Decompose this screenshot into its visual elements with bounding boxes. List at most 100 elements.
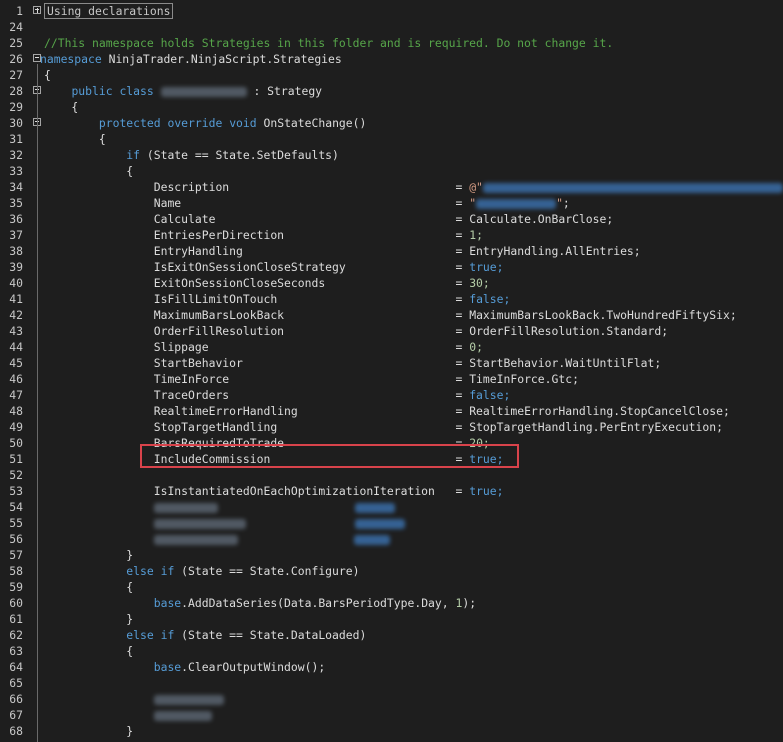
line-number: 58 [9,564,23,578]
code-token: ); [462,596,477,610]
code-line[interactable]: 58 else if (State == State.Configure) [0,563,783,579]
code-line[interactable]: 28 public class : Strategy [0,83,783,99]
line-number: 35 [9,196,23,210]
line-number: 44 [9,340,23,354]
code-line[interactable]: 54 [0,499,783,515]
fold-guide-line [37,64,38,742]
line-number: 39 [9,260,23,274]
code-line[interactable]: 29 { [0,99,783,115]
code-line[interactable]: 34 Description = @" [0,179,783,195]
setting-value: true; [469,484,504,498]
redacted-line [354,534,391,545]
line-number: 64 [9,660,23,674]
line-number: 56 [9,532,23,546]
setting-value: StopTargetHandling.PerEntryExecution; [469,420,723,434]
line-number: 48 [9,404,23,418]
expand-region-icon[interactable] [33,6,41,14]
setting-value: false; [469,292,511,306]
setting-value: RealtimeErrorHandling.StopCancelClose; [469,404,730,418]
line-number: 34 [9,180,23,194]
code-line[interactable]: 41 IsFillLimitOnTouch = false; [0,291,783,307]
code-line[interactable]: 55 [0,515,783,531]
code-line[interactable]: 60 base.AddDataSeries(Data.BarsPeriodTyp… [0,595,783,611]
line-number: 30 [9,116,23,130]
code-line[interactable]: 26 namespace NinjaTrader.NinjaScript.Stra… [0,51,783,67]
code-line[interactable]: 1 Using declarations [0,3,783,19]
setting-value: true; [469,260,504,274]
line-number: 33 [9,164,23,178]
code-line[interactable]: 46 TimeInForce = TimeInForce.Gtc; [0,371,783,387]
code-token: (State == State.SetDefaults) [140,148,339,162]
line-number: 51 [9,452,23,466]
setting-value: OrderFillResolution.Standard; [469,324,669,338]
line-number: 1 [16,4,23,18]
collapsed-region[interactable]: Using declarations [44,3,174,19]
setting-value: false; [469,388,511,402]
code-line[interactable]: 40 ExitOnSessionCloseSeconds = 30; [0,275,783,291]
code-line[interactable]: 49 StopTargetHandling = StopTargetHandli… [0,419,783,435]
code-line[interactable]: 39 IsExitOnSessionCloseStrategy = true; [0,259,783,275]
code-line[interactable]: 62 else if (State == State.DataLoaded) [0,627,783,643]
code-line[interactable]: 30 protected override void OnStateChange… [0,115,783,131]
code-token: public [71,84,113,98]
code-line[interactable]: 52 [0,467,783,483]
setting-name: TraceOrders [153,388,230,402]
code-token: class [119,84,154,98]
code-token: .ClearOutputWindow(); [181,660,326,674]
code-line[interactable]: 47 TraceOrders = false; [0,387,783,403]
setting-name: Slippage [153,340,209,354]
code-line[interactable]: 36 Calculate = Calculate.OnBarClose; [0,211,783,227]
code-line[interactable]: 35 Name = " "; [0,195,783,211]
line-number: 26 [9,52,23,66]
line-number: 40 [9,276,23,290]
setting-name: IsExitOnSessionCloseStrategy [153,260,346,274]
line-number: 47 [9,388,23,402]
setting-value: MaximumBarsLookBack.TwoHundredFiftySix; [469,308,737,322]
code-line[interactable]: 57 } [0,547,783,563]
setting-name: Description [153,180,230,194]
line-number: 66 [9,692,23,706]
code-line[interactable]: 63 { [0,643,783,659]
line-number: 55 [9,516,23,530]
code-line[interactable]: 64 base.ClearOutputWindow(); [0,659,783,675]
code-token: //This namespace holds Strategies in thi… [44,36,614,50]
code-line[interactable]: 37 EntriesPerDirection = 1; [0,227,783,243]
code-token: override [167,116,223,130]
redacted-value [476,198,557,209]
code-editor[interactable]: 1 Using declarations 24 25 //This namespace … [0,0,783,742]
code-line[interactable]: 31 { [0,131,783,147]
code-line[interactable]: 42 MaximumBarsLookBack = MaximumBarsLook… [0,307,783,323]
code-token: void [229,116,257,130]
code-line[interactable]: 43 OrderFillResolution = OrderFillResolu… [0,323,783,339]
setting-name: ExitOnSessionCloseSeconds [153,276,326,290]
redacted-line [153,534,238,545]
line-number: 54 [9,500,23,514]
code-line[interactable]: 24 [0,19,783,35]
setting-value: 30; [469,276,490,290]
line-number: 53 [9,484,23,498]
code-line[interactable]: 65 [0,675,783,691]
code-line[interactable]: 59 { [0,579,783,595]
code-line[interactable]: 48 RealtimeErrorHandling = RealtimeError… [0,403,783,419]
line-number: 28 [9,84,23,98]
setting-name: EntryHandling [153,244,243,258]
code-line[interactable]: 67 [0,707,783,723]
code-line[interactable]: 32 if (State == State.SetDefaults) [0,147,783,163]
code-line[interactable]: 61 } [0,611,783,627]
code-line[interactable]: 56 [0,531,783,547]
line-number: 57 [9,548,23,562]
line-number: 27 [9,68,23,82]
code-line[interactable]: 25 //This namespace holds Strategies in t… [0,35,783,51]
code-token: protected [98,116,161,130]
code-line[interactable]: 68 } [0,723,783,739]
setting-value: 1; [469,228,483,242]
code-line[interactable]: 66 [0,691,783,707]
code-line[interactable]: 44 Slippage = 0; [0,339,783,355]
code-line[interactable]: 38 EntryHandling = EntryHandling.AllEntr… [0,243,783,259]
code-line[interactable]: 33 { [0,163,783,179]
code-line[interactable]: 53 IsInstantiatedOnEachOptimizationItera… [0,483,783,499]
code-token: base [153,660,182,674]
code-line[interactable]: 45 StartBehavior = StartBehavior.WaitUnt… [0,355,783,371]
code-token: .AddDataSeries(Data.BarsPeriodType.Day, [181,596,456,610]
code-line[interactable]: 27{ [0,67,783,83]
